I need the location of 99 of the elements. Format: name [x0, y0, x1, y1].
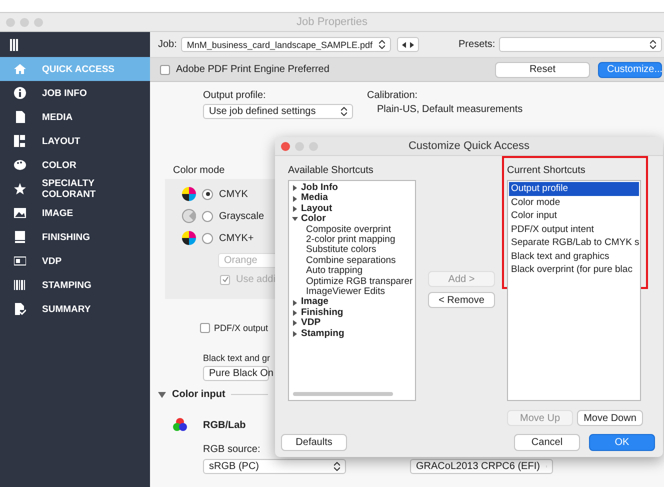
- radio-button[interactable]: [202, 232, 213, 244]
- reset-button[interactable]: Reset: [495, 62, 590, 78]
- sidebar-item[interactable]: JOB INFO: [0, 81, 150, 105]
- available-shortcuts-label: Available Shortcuts: [288, 165, 374, 176]
- previous-next-stepper[interactable]: [396, 37, 419, 52]
- tree-item[interactable]: Finishing: [292, 308, 412, 318]
- defaults-button[interactable]: Defaults: [281, 434, 347, 451]
- radio-label: CMYK: [219, 188, 248, 200]
- calibration-label: Calibration:: [367, 90, 419, 101]
- tree-item[interactable]: Auto trapping: [292, 266, 412, 277]
- list-item[interactable]: Black overprint (for pure blac: [509, 263, 639, 276]
- radio-label: Grayscale: [219, 210, 264, 222]
- checkbox[interactable]: [200, 323, 210, 333]
- dialog-title: Customize Quick Access: [408, 140, 530, 152]
- radio-button[interactable]: [202, 188, 213, 200]
- checkbox-label: Adobe PDF Print Engine Preferred: [176, 64, 330, 75]
- layout-icon: [14, 135, 26, 147]
- radio-label: CMYK+: [219, 232, 254, 244]
- customize-button[interactable]: Customize...: [598, 62, 662, 78]
- grayscale-wheel-icon: [182, 209, 196, 223]
- list-item[interactable]: Color mode: [509, 196, 639, 209]
- disclosure-triangle-icon[interactable]: [292, 216, 298, 222]
- disclosure-triangle-icon[interactable]: [292, 310, 298, 316]
- disclosure-triangle-icon[interactable]: [292, 330, 298, 337]
- sidebar-item[interactable]: SPECIALTY COLORANT: [0, 177, 150, 201]
- close-button[interactable]: [281, 142, 290, 150]
- left-triangle-icon: [402, 42, 406, 48]
- presets-label: Presets:: [458, 39, 496, 50]
- sidebar-item[interactable]: IMAGE: [0, 201, 150, 225]
- ok-button[interactable]: OK: [589, 434, 655, 451]
- tree-item[interactable]: Layout: [292, 204, 412, 214]
- source-kind-label: RGB/Lab: [203, 420, 246, 430]
- checkbox[interactable]: [160, 64, 170, 74]
- job-label: Job:: [158, 39, 177, 50]
- scrollbar[interactable]: [293, 392, 393, 396]
- tree-item[interactable]: Image: [292, 297, 412, 308]
- sidebar-item[interactable]: SUMMARY: [0, 297, 150, 321]
- sidebar-item[interactable]: VDP: [0, 249, 150, 273]
- text-graphics-label: Black text and gr: [203, 353, 270, 363]
- tree-item[interactable]: Stamping: [292, 328, 412, 340]
- list-item[interactable]: Color input: [509, 209, 639, 222]
- rgb-source-select[interactable]: sRGB (PC): [203, 459, 346, 474]
- menu-icon[interactable]: [10, 38, 18, 50]
- disclosure-triangle-icon[interactable]: [292, 185, 298, 192]
- home-icon: [14, 63, 26, 75]
- tree-item[interactable]: Color: [292, 214, 412, 225]
- color-wheel-icon: [182, 231, 196, 245]
- tree-item[interactable]: ImageViewer Edits: [292, 287, 412, 298]
- list-item[interactable]: Separate RGB/Lab to CMYK s: [509, 236, 639, 250]
- checkbox[interactable]: [220, 274, 230, 284]
- right-triangle-icon: [410, 42, 414, 48]
- output-profile-select[interactable]: Use job defined settings: [203, 104, 353, 119]
- tree-item[interactable]: 2-color print mapping: [292, 235, 412, 246]
- remove-button[interactable]: < Remove: [428, 292, 495, 308]
- output-profile-label: Output profile:: [203, 90, 267, 101]
- move-down-button[interactable]: Move Down: [577, 410, 643, 426]
- tree-item[interactable]: Job Info: [292, 183, 412, 194]
- sidebar-item[interactable]: FINISHING: [0, 225, 150, 249]
- disclosure-triangle-icon[interactable]: [292, 206, 298, 212]
- document-icon: [14, 111, 26, 123]
- checkbox-label: PDF/X output: [214, 323, 268, 333]
- tree-item[interactable]: Combine separations: [292, 256, 412, 266]
- sidebar-item[interactable]: LAYOUT: [0, 129, 150, 153]
- window-title: Job Properties: [296, 16, 368, 28]
- section-title: Color input: [172, 389, 226, 400]
- bars-icon: [14, 279, 26, 291]
- disclosure-triangle-icon[interactable]: [292, 300, 298, 306]
- picture-icon: [14, 207, 26, 219]
- list-item[interactable]: Output profile: [509, 182, 639, 196]
- current-shortcuts-label: Current Shortcuts: [507, 165, 586, 176]
- tree-item[interactable]: Media: [292, 193, 412, 204]
- tree-item[interactable]: Composite overprint: [292, 224, 412, 236]
- sidebar-item[interactable]: STAMPING: [0, 273, 150, 297]
- rgb-circles-icon: [173, 418, 187, 432]
- star-icon: [14, 183, 26, 195]
- card-icon: [14, 255, 26, 267]
- sidebar-item[interactable]: COLOR: [0, 153, 150, 177]
- radio-button[interactable]: [202, 210, 213, 222]
- calibration-value: Plain-US, Default measurements: [376, 104, 523, 115]
- job-select[interactable]: MnM_business_card_landscape_SAMPLE.pdf: [180, 37, 391, 52]
- sidebar-item[interactable]: MEDIA: [0, 105, 150, 129]
- book-icon: [14, 231, 26, 243]
- disclosure-triangle-icon[interactable]: [292, 320, 298, 326]
- tree-item[interactable]: VDP: [292, 318, 412, 329]
- list-item[interactable]: PDF/X output intent: [509, 222, 639, 236]
- disclosure-triangle-icon[interactable]: [292, 196, 298, 202]
- color-wheel-icon: [182, 187, 196, 201]
- rgb-source-label: RGB source:: [203, 444, 260, 455]
- color-mode-label: Color mode: [173, 165, 225, 176]
- cancel-button[interactable]: Cancel: [514, 434, 580, 451]
- tree-item[interactable]: Substitute colors: [292, 245, 412, 256]
- palette-icon: [14, 159, 26, 171]
- disclosure-triangle-icon[interactable]: [158, 392, 166, 398]
- checkbox-label: Use addi: [236, 274, 276, 285]
- tree-item[interactable]: Optimize RGB transparer: [292, 276, 412, 288]
- profile-select[interactable]: GRACoL2013 CRPC6 (EFI): [410, 459, 553, 474]
- document-check-icon: [14, 303, 26, 315]
- list-item[interactable]: Black text and graphics: [509, 250, 639, 263]
- info-icon: [14, 87, 26, 99]
